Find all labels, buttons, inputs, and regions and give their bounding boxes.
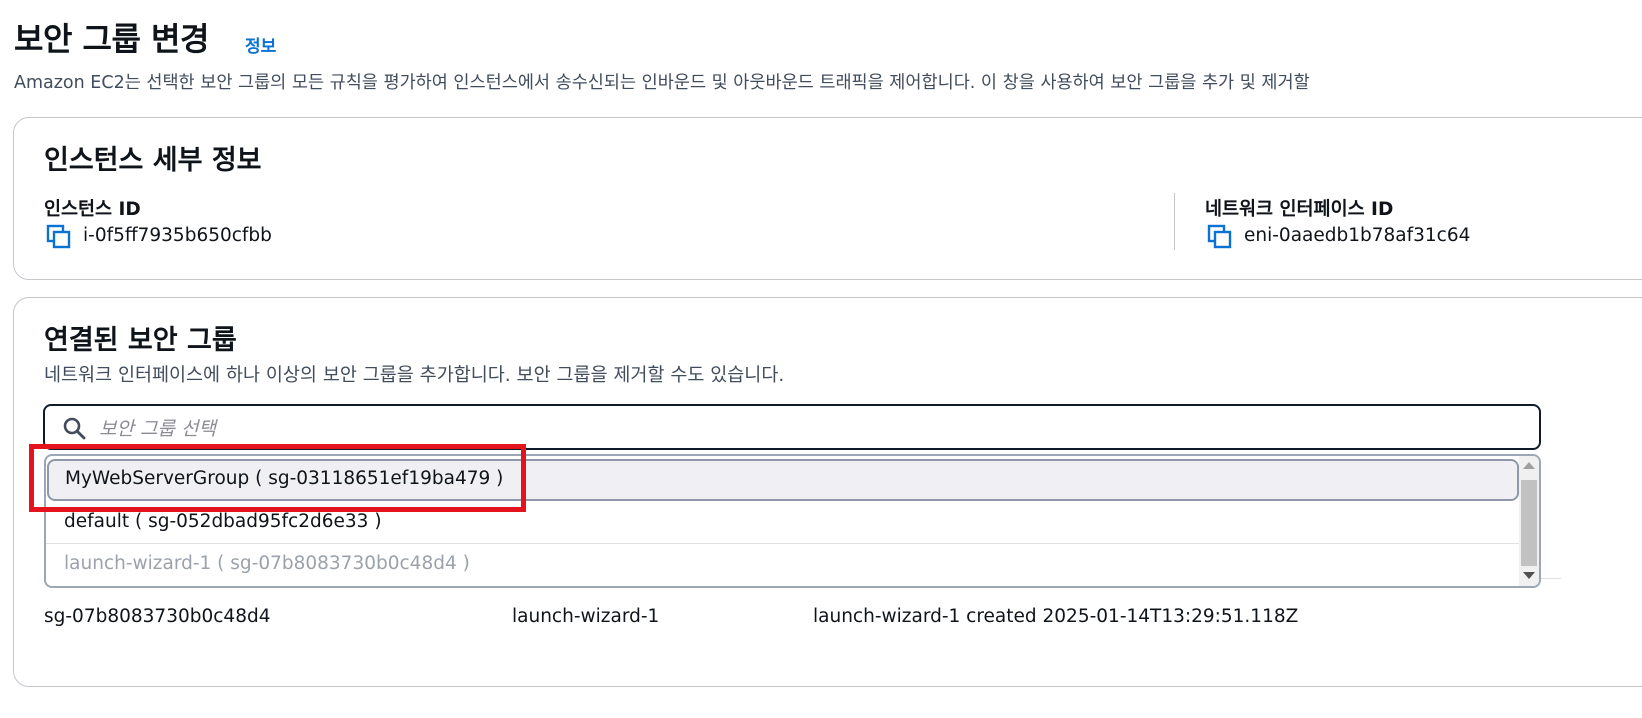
dropdown-option-launch-wizard-1: launch-wizard-1 ( sg-07b8083730b0c48d4 ) (46, 544, 1520, 586)
dropdown-option-mywebservergroup[interactable]: MyWebServerGroup ( sg-03118651ef19ba479 … (47, 459, 1519, 501)
search-placeholder: 보안 그룹 선택 (99, 418, 216, 440)
dropdown-scrollbar[interactable] (1519, 456, 1539, 586)
security-group-search-input[interactable]: 보안 그룹 선택 (43, 404, 1541, 450)
eni-id-label: 네트워크 인터페이스 ID (1205, 199, 1394, 220)
eni-id-value: eni-0aaedb1b78af31c64 (1244, 225, 1471, 246)
instance-id-value: i-0f5ff7935b650cfbb (83, 225, 272, 246)
scrollbar-thumb[interactable] (1521, 480, 1537, 566)
security-group-dropdown[interactable]: MyWebServerGroup ( sg-03118651ef19ba479 … (44, 454, 1541, 588)
option-label: launch-wizard-1 ( sg-07b8083730b0c48d4 ) (64, 553, 470, 574)
option-label: default ( sg-052dbad95fc2d6e33 ) (64, 511, 382, 532)
table-cell-name: launch-wizard-1 (512, 606, 660, 627)
copy-icon[interactable] (1207, 224, 1233, 250)
search-icon (63, 417, 86, 440)
scroll-down-arrow-icon[interactable] (1523, 572, 1535, 579)
copy-icon[interactable] (46, 224, 72, 250)
table-cell-group-id: sg-07b8083730b0c48d4 (44, 606, 271, 627)
instance-id-label: 인스턴스 ID (44, 199, 141, 220)
table-cell-description: launch-wizard-1 created 2025-01-14T13:29… (813, 606, 1299, 627)
option-label: MyWebServerGroup ( sg-03118651ef19ba479 … (65, 468, 504, 489)
page-title: 보안 그룹 변경 (14, 20, 209, 58)
scroll-up-arrow-icon[interactable] (1523, 462, 1535, 469)
page-description: Amazon EC2는 선택한 보안 그룹의 모든 규칙을 평가하여 인스턴스에… (14, 73, 1310, 93)
dropdown-option-default[interactable]: default ( sg-052dbad95fc2d6e33 ) (46, 502, 1520, 544)
security-groups-description: 네트워크 인터페이스에 하나 이상의 보안 그룹을 추가합니다. 보안 그룹을 … (44, 365, 785, 386)
security-groups-title: 연결된 보안 그룹 (44, 325, 237, 356)
instance-details-title: 인스턴스 세부 정보 (44, 145, 262, 176)
table-row-divider (1541, 578, 1561, 579)
divider (1174, 193, 1175, 250)
info-link[interactable]: 정보 (245, 32, 276, 57)
